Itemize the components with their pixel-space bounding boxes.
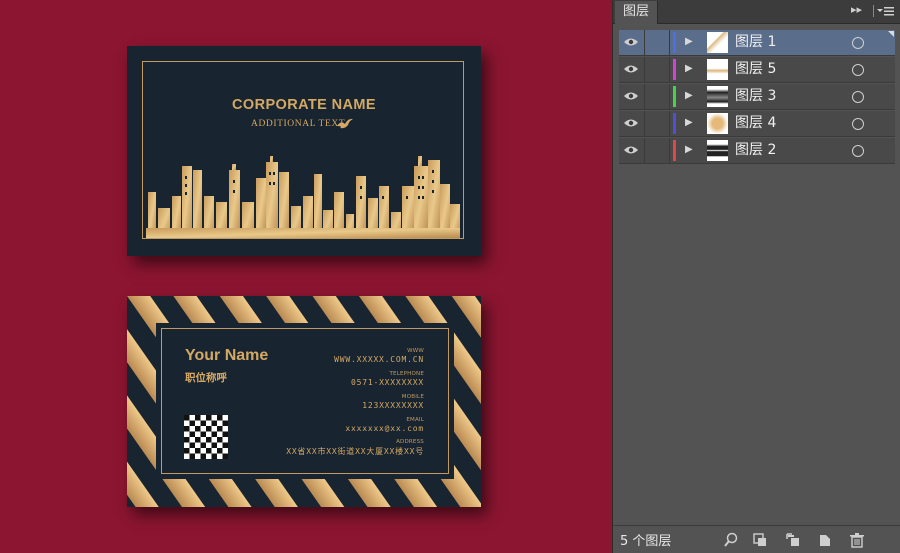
layer-thumbnail bbox=[707, 113, 728, 134]
business-card-front[interactable]: CORPORATE NAME ADDITIONAL TEXT bbox=[127, 46, 481, 256]
additional-text: ADDITIONAL TEXT bbox=[251, 119, 346, 129]
visibility-eye-icon[interactable] bbox=[624, 91, 638, 101]
layer-row[interactable]: ▶ 图层 3 bbox=[619, 84, 895, 110]
layer-count: 5 个图层 bbox=[620, 534, 672, 549]
layer-row[interactable]: ▶ 图层 4 bbox=[619, 111, 895, 137]
expand-arrow-icon[interactable]: ▶ bbox=[685, 144, 693, 155]
mobile-value: 123XXXXXXXX bbox=[362, 401, 424, 410]
layer-row[interactable]: ▶ 图层 2 bbox=[619, 138, 895, 164]
target-circle-icon[interactable] bbox=[852, 91, 864, 103]
target-circle-icon[interactable] bbox=[852, 145, 864, 157]
target-circle-icon[interactable] bbox=[852, 37, 864, 49]
column-divider bbox=[669, 84, 670, 109]
layer-row[interactable]: ▶ 图层 1 bbox=[619, 30, 895, 56]
column-divider bbox=[644, 111, 645, 136]
panel-footer: 5 个图层 bbox=[613, 525, 900, 553]
column-divider bbox=[669, 30, 670, 55]
layer-color-indicator bbox=[673, 32, 676, 53]
layer-name[interactable]: 图层 2 bbox=[735, 141, 776, 159]
layer-thumbnail bbox=[707, 140, 728, 161]
bird-icon bbox=[337, 118, 353, 129]
www-value: WWW.XXXXX.COM.CN bbox=[334, 355, 424, 364]
visibility-eye-icon[interactable] bbox=[624, 118, 638, 128]
new-layer-icon[interactable] bbox=[817, 532, 833, 548]
telephone-value: 0571-XXXXXXXX bbox=[350, 378, 424, 387]
telephone-label: TELEPHONE bbox=[389, 371, 424, 377]
layer-color-indicator bbox=[673, 140, 676, 161]
artboard-canvas[interactable]: CORPORATE NAME ADDITIONAL TEXT Your Name… bbox=[0, 0, 612, 553]
layer-name[interactable]: 图层 4 bbox=[735, 114, 776, 132]
qr-code bbox=[184, 415, 228, 459]
email-value: xxxxxxx@xx.com bbox=[345, 424, 424, 433]
job-title: 职位称呼 bbox=[185, 372, 227, 384]
tab-layers[interactable]: 图层 bbox=[615, 1, 659, 24]
panel-menu-icon[interactable] bbox=[873, 3, 895, 19]
column-divider bbox=[644, 84, 645, 109]
layer-color-indicator bbox=[673, 113, 676, 134]
city-skyline-illustration bbox=[146, 156, 460, 238]
target-circle-icon[interactable] bbox=[852, 64, 864, 76]
mobile-label: MOBILE bbox=[401, 394, 424, 400]
collapse-panel-icon[interactable]: ▸▸ bbox=[851, 3, 862, 16]
your-name: Your Name bbox=[185, 347, 269, 364]
email-label: EMAIL bbox=[406, 417, 424, 423]
card-frame: Your Name 职位称呼 WWW WWW.XXXXX.COM.CN TELE… bbox=[161, 328, 449, 474]
expand-arrow-icon[interactable]: ▶ bbox=[685, 36, 693, 47]
layer-color-indicator bbox=[673, 86, 676, 107]
column-divider bbox=[669, 138, 670, 163]
layer-name[interactable]: 图层 3 bbox=[735, 87, 776, 105]
address-label: ADDRESS bbox=[396, 439, 424, 445]
expand-arrow-icon[interactable]: ▶ bbox=[685, 63, 693, 74]
visibility-eye-icon[interactable] bbox=[624, 64, 638, 74]
make-clipping-mask-icon[interactable] bbox=[752, 532, 768, 548]
column-divider bbox=[669, 111, 670, 136]
layers-panel: 图层 ▸▸ ▶ 图层 1 ▶ 图层 5 ▶ 图层 3 ▶ 图层 4 ▶ 图层 2… bbox=[612, 0, 900, 553]
selection-indicator bbox=[888, 31, 894, 37]
column-divider bbox=[644, 30, 645, 55]
layer-list: ▶ 图层 1 ▶ 图层 5 ▶ 图层 3 ▶ 图层 4 ▶ 图层 2 bbox=[619, 30, 895, 165]
visibility-eye-icon[interactable] bbox=[624, 145, 638, 155]
layer-thumbnail bbox=[707, 32, 728, 53]
layer-color-indicator bbox=[673, 59, 676, 80]
target-circle-icon[interactable] bbox=[852, 118, 864, 130]
new-sublayer-icon[interactable] bbox=[785, 532, 801, 548]
panel-tab-bar: 图层 ▸▸ bbox=[613, 0, 900, 24]
locate-object-icon[interactable] bbox=[723, 532, 739, 548]
column-divider bbox=[644, 138, 645, 163]
layer-thumbnail bbox=[707, 59, 728, 80]
business-card-back[interactable]: Your Name 职位称呼 WWW WWW.XXXXX.COM.CN TELE… bbox=[127, 296, 481, 507]
expand-arrow-icon[interactable]: ▶ bbox=[685, 117, 693, 128]
layer-name[interactable]: 图层 5 bbox=[735, 60, 776, 78]
corporate-name: CORPORATE NAME bbox=[232, 97, 376, 113]
back-content-panel: Your Name 职位称呼 WWW WWW.XXXXX.COM.CN TELE… bbox=[156, 323, 454, 479]
visibility-eye-icon[interactable] bbox=[624, 37, 638, 47]
column-divider bbox=[644, 57, 645, 82]
layer-thumbnail bbox=[707, 86, 728, 107]
address-value: XX省XX市XX街道XX大厦XX楼XX号 bbox=[286, 447, 424, 456]
layer-name[interactable]: 图层 1 bbox=[735, 33, 776, 51]
trash-icon[interactable] bbox=[849, 532, 865, 548]
column-divider bbox=[669, 57, 670, 82]
expand-arrow-icon[interactable]: ▶ bbox=[685, 90, 693, 101]
www-label: WWW bbox=[407, 348, 424, 354]
layer-row[interactable]: ▶ 图层 5 bbox=[619, 57, 895, 83]
